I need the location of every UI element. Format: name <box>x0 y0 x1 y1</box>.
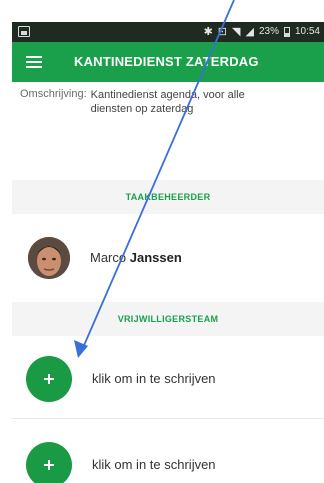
app-screen: ✱ ⊡ ◥ ◢ 23% 10:54 KANTINEDIENST ZATERDAG… <box>12 22 324 483</box>
manager-row[interactable]: Marco Janssen <box>12 228 324 288</box>
section-label: TAAKBEHEERDER <box>125 192 211 202</box>
status-icons: ✱ ⊡ ◥ ◢ 23% 10:54 <box>204 25 320 38</box>
description-label: Omschrijving: <box>20 88 87 100</box>
manager-last-name: Janssen <box>129 250 182 265</box>
join-slot[interactable]: klik om in te schrijven <box>12 344 324 414</box>
vibrate-icon: ⊡ <box>217 26 228 38</box>
description-value: Kantinedienst agenda, voor alle diensten… <box>90 89 245 115</box>
wifi-icon: ◥ <box>232 26 241 38</box>
section-header-volunteers: VRIJWILLIGERSTEAM <box>12 302 324 336</box>
avatar <box>28 237 70 279</box>
app-bar: KANTINEDIENST ZATERDAG <box>12 42 324 82</box>
signal-icon: ◢ <box>245 26 254 38</box>
join-slot-label[interactable]: klik om in te schrijven <box>92 371 216 386</box>
status-bar: ✱ ⊡ ◥ ◢ 23% 10:54 <box>12 22 324 42</box>
page-title: KANTINEDIENST ZATERDAG <box>74 54 259 69</box>
section-header-manager: TAAKBEHEERDER <box>12 180 324 214</box>
hamburger-menu-icon[interactable] <box>26 56 42 68</box>
add-volunteer-button[interactable] <box>26 356 72 402</box>
clock: 10:54 <box>294 26 320 37</box>
battery-percent: 23% <box>258 26 279 37</box>
join-slot-label[interactable]: klik om in te schrijven <box>92 457 216 472</box>
add-volunteer-button[interactable] <box>26 442 72 483</box>
section-label: VRIJWILLIGERSTEAM <box>117 314 219 324</box>
bluetooth-icon: ✱ <box>203 26 213 38</box>
gallery-notification-icon <box>18 26 30 37</box>
description: Omschrijving: Kantinedienst agenda, voor… <box>12 88 324 116</box>
manager-first-name: Marco <box>90 250 127 265</box>
manager-name: Marco Janssen <box>90 250 182 265</box>
divider <box>12 418 324 419</box>
battery-icon <box>283 26 290 37</box>
join-slot[interactable]: klik om in te schrijven <box>12 430 324 483</box>
